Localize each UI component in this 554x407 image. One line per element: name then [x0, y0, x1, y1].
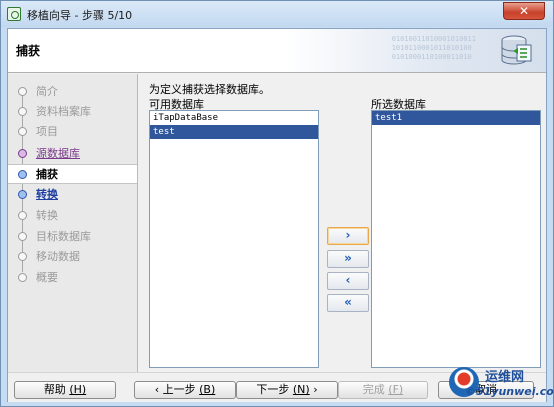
- next-button-label: 下一步: [256, 383, 290, 396]
- step-node-icon: [18, 190, 27, 199]
- step-node-icon: [18, 232, 27, 241]
- step-node-icon: [18, 107, 27, 116]
- step-item-capture-current[interactable]: 捕获: [8, 164, 137, 184]
- finish-button-label: 完成: [362, 383, 385, 396]
- list-item[interactable]: test1: [372, 111, 540, 125]
- back-button-key: (B): [199, 383, 216, 396]
- header-binary-decoration: 01010011010001010011 1010110001011010100…: [391, 35, 476, 61]
- step-item: 转换: [8, 206, 137, 226]
- selected-db-list[interactable]: test1: [371, 110, 541, 368]
- back-button[interactable]: ‹ 上一步 (B): [134, 381, 236, 399]
- list-item[interactable]: test: [150, 125, 318, 139]
- finish-button[interactable]: 完成 (F): [338, 381, 428, 399]
- remove-one-button[interactable]: ‹: [327, 272, 369, 290]
- database-icon: [501, 35, 532, 65]
- step-label: 简介: [36, 85, 58, 98]
- remove-all-button[interactable]: «: [327, 294, 369, 312]
- app-icon: [7, 7, 21, 21]
- step-item: 简介: [8, 82, 137, 102]
- help-button-label: 帮助: [43, 383, 66, 396]
- move-one-right-button[interactable]: ›: [327, 227, 369, 245]
- finish-button-key: (F): [388, 383, 404, 396]
- step-node-icon: [18, 252, 27, 261]
- back-button-label: ‹ 上一步: [154, 383, 196, 396]
- page-header: 捕获 01010011010001010011 1010110001011010…: [8, 29, 546, 73]
- step-node-icon: [18, 87, 27, 96]
- next-button[interactable]: 下一步 (N) ›: [236, 381, 338, 399]
- step-node-icon: [18, 149, 27, 158]
- step-item: 目标数据库: [8, 227, 137, 247]
- content-panel: 为定义捕获选择数据库。 可用数据库 所选数据库 iTapDataBase tes…: [139, 74, 546, 372]
- step-node-icon: [18, 273, 27, 282]
- help-button[interactable]: 帮助 (H): [14, 381, 116, 399]
- step-label: 源数据库: [36, 147, 80, 160]
- help-button-key: (H): [69, 383, 87, 396]
- watermark-title: 运维网: [485, 370, 525, 385]
- step-node-icon: [18, 127, 27, 136]
- step-label: 转换: [36, 188, 58, 201]
- step-label: 项目: [36, 125, 58, 138]
- page-title: 捕获: [16, 44, 41, 58]
- step-node-icon: [18, 170, 27, 179]
- step-label: 捕获: [36, 168, 58, 181]
- title-bar[interactable]: 移植向导 - 步骤 5/10 ✕: [1, 1, 553, 27]
- site-watermark: 运维网 ©51yunwei.com: [449, 363, 554, 405]
- step-node-icon: [18, 211, 27, 220]
- step-item-convert[interactable]: 转换: [8, 185, 137, 205]
- window-title: 移植向导 - 步骤 5/10: [27, 9, 133, 22]
- step-label: 概要: [36, 271, 58, 284]
- wizard-window: 移植向导 - 步骤 5/10 ✕ 捕获 01010011010001010011…: [0, 0, 554, 407]
- steps-panel: 简介 资料档案库 项目 源数据库 捕获 转换 转换 目标数据库 移动数据 概要: [8, 74, 138, 372]
- next-button-key: (N): [292, 383, 310, 396]
- next-arrow-icon: ›: [313, 383, 318, 396]
- close-button[interactable]: ✕: [503, 2, 545, 20]
- step-item: 项目: [8, 122, 137, 142]
- instruction-text: 为定义捕获选择数据库。: [149, 83, 270, 96]
- step-label: 目标数据库: [36, 230, 91, 243]
- step-item-source-db[interactable]: 源数据库: [8, 144, 137, 164]
- step-label: 转换: [36, 209, 58, 222]
- step-label: 移动数据: [36, 250, 80, 263]
- move-all-right-button[interactable]: »: [327, 250, 369, 268]
- step-label: 资料档案库: [36, 105, 91, 118]
- watermark-url: ©51yunwei.com: [465, 385, 554, 398]
- list-item[interactable]: iTapDataBase: [150, 111, 318, 125]
- wizard-client-area: 捕获 01010011010001010011 1010110001011010…: [7, 28, 547, 402]
- step-item: 概要: [8, 268, 137, 288]
- step-item: 移动数据: [8, 247, 137, 267]
- available-db-list[interactable]: iTapDataBase test: [149, 110, 319, 368]
- step-item: 资料档案库: [8, 102, 137, 122]
